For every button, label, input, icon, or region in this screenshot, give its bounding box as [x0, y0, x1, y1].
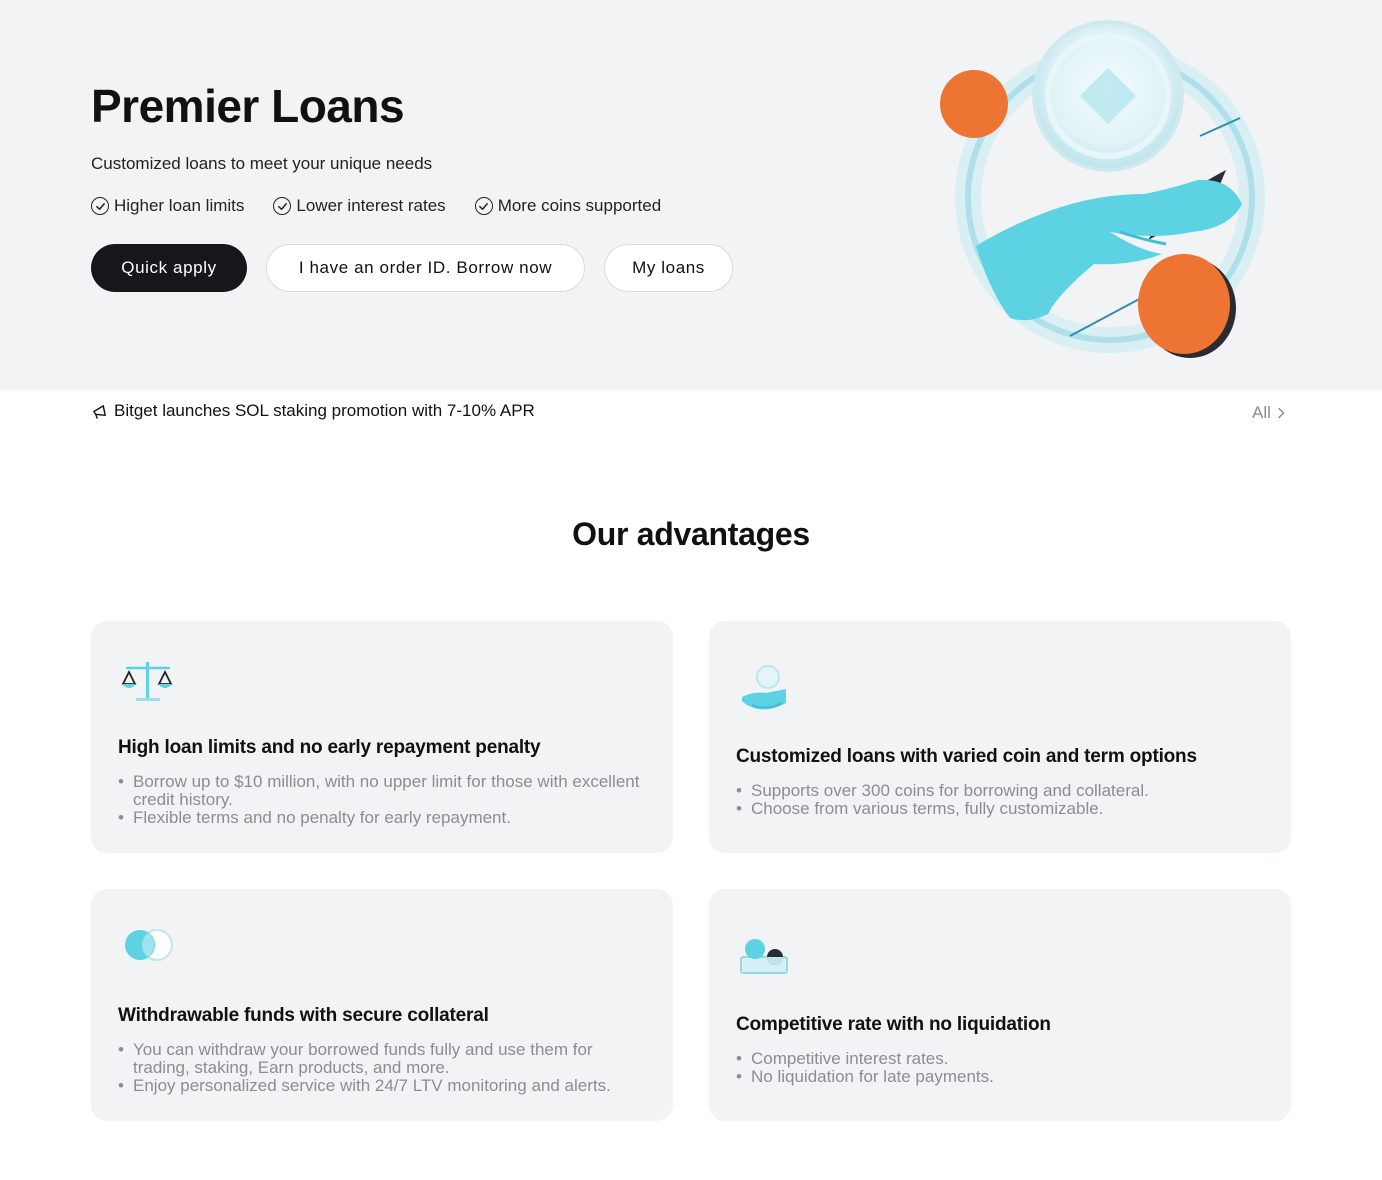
list-item: Choose from various terms, fully customi…: [736, 800, 1266, 819]
announcement-ticker[interactable]: Bitget launches SOL staking promotion wi…: [91, 401, 535, 421]
feature-list: Higher loan limits Lower interest rates …: [91, 195, 661, 217]
feature-item-interest-rates: Lower interest rates: [273, 195, 446, 217]
card-title: Customized loans with varied coin and te…: [736, 746, 1197, 767]
list-item: Borrow up to $10 million, with no upper …: [118, 773, 648, 809]
hero-banner: Premier Loans Customized loans to meet y…: [0, 0, 1382, 390]
hero-actions: Quick apply I have an order ID. Borrow n…: [91, 244, 733, 292]
borrow-now-button[interactable]: I have an order ID. Borrow now: [266, 244, 585, 292]
card-points: Competitive interest rates. No liquidati…: [736, 1050, 1266, 1087]
all-announcements-link[interactable]: All: [1252, 403, 1286, 423]
list-item: You can withdraw your borrowed funds ful…: [118, 1041, 648, 1077]
card-title: High loan limits and no early repayment …: [118, 737, 541, 758]
advantage-card-competitive-rate: Competitive rate with no liquidation Com…: [709, 889, 1291, 1121]
feature-label: More coins supported: [497, 196, 662, 215]
check-circle-icon: [91, 197, 109, 215]
all-label: All: [1252, 403, 1271, 422]
feature-label: Lower interest rates: [296, 196, 446, 215]
list-item: Competitive interest rates.: [736, 1050, 1266, 1069]
list-item: Enjoy personalized service with 24/7 LTV…: [118, 1077, 648, 1096]
coins-tray-icon: [740, 939, 788, 974]
hand-coin-icon: [742, 665, 786, 710]
loan-hand-coin-illustration: [940, 20, 1265, 358]
announcement-text: Bitget launches SOL staking promotion wi…: [114, 401, 535, 420]
advantage-card-customized-loans: Customized loans with varied coin and te…: [709, 621, 1291, 853]
card-points: You can withdraw your borrowed funds ful…: [118, 1041, 648, 1096]
check-circle-icon: [474, 197, 493, 215]
advantage-card-withdrawable-funds: Withdrawable funds with secure collatera…: [91, 889, 673, 1121]
megaphone-icon: [93, 404, 106, 419]
card-title: Withdrawable funds with secure collatera…: [118, 1005, 489, 1026]
card-points: Supports over 300 coins for borrowing an…: [736, 782, 1266, 819]
hero-subtitle: Customized loans to meet your unique nee…: [91, 154, 433, 173]
list-item: No liquidation for late payments.: [736, 1068, 1266, 1087]
advantages-title: Our advantages: [572, 516, 810, 552]
overlapping-circles-icon: [125, 929, 173, 961]
quick-apply-button[interactable]: Quick apply: [91, 244, 247, 292]
list-item: Supports over 300 coins for borrowing an…: [736, 782, 1266, 801]
feature-item-coins-supported: More coins supported: [474, 195, 662, 217]
card-title: Competitive rate with no liquidation: [736, 1014, 1051, 1035]
feature-label: Higher loan limits: [114, 196, 245, 215]
card-points: Borrow up to $10 million, with no upper …: [118, 773, 648, 828]
my-loans-button[interactable]: My loans: [604, 244, 733, 292]
page-title: Premier Loans: [91, 80, 405, 132]
scales-icon: [121, 662, 173, 701]
advantage-card-loan-limits: High loan limits and no early repayment …: [91, 621, 673, 853]
check-circle-icon: [273, 197, 292, 215]
feature-item-loan-limits: Higher loan limits: [91, 195, 244, 217]
chevron-right-icon: [1278, 407, 1285, 419]
list-item: Flexible terms and no penalty for early …: [118, 809, 648, 828]
